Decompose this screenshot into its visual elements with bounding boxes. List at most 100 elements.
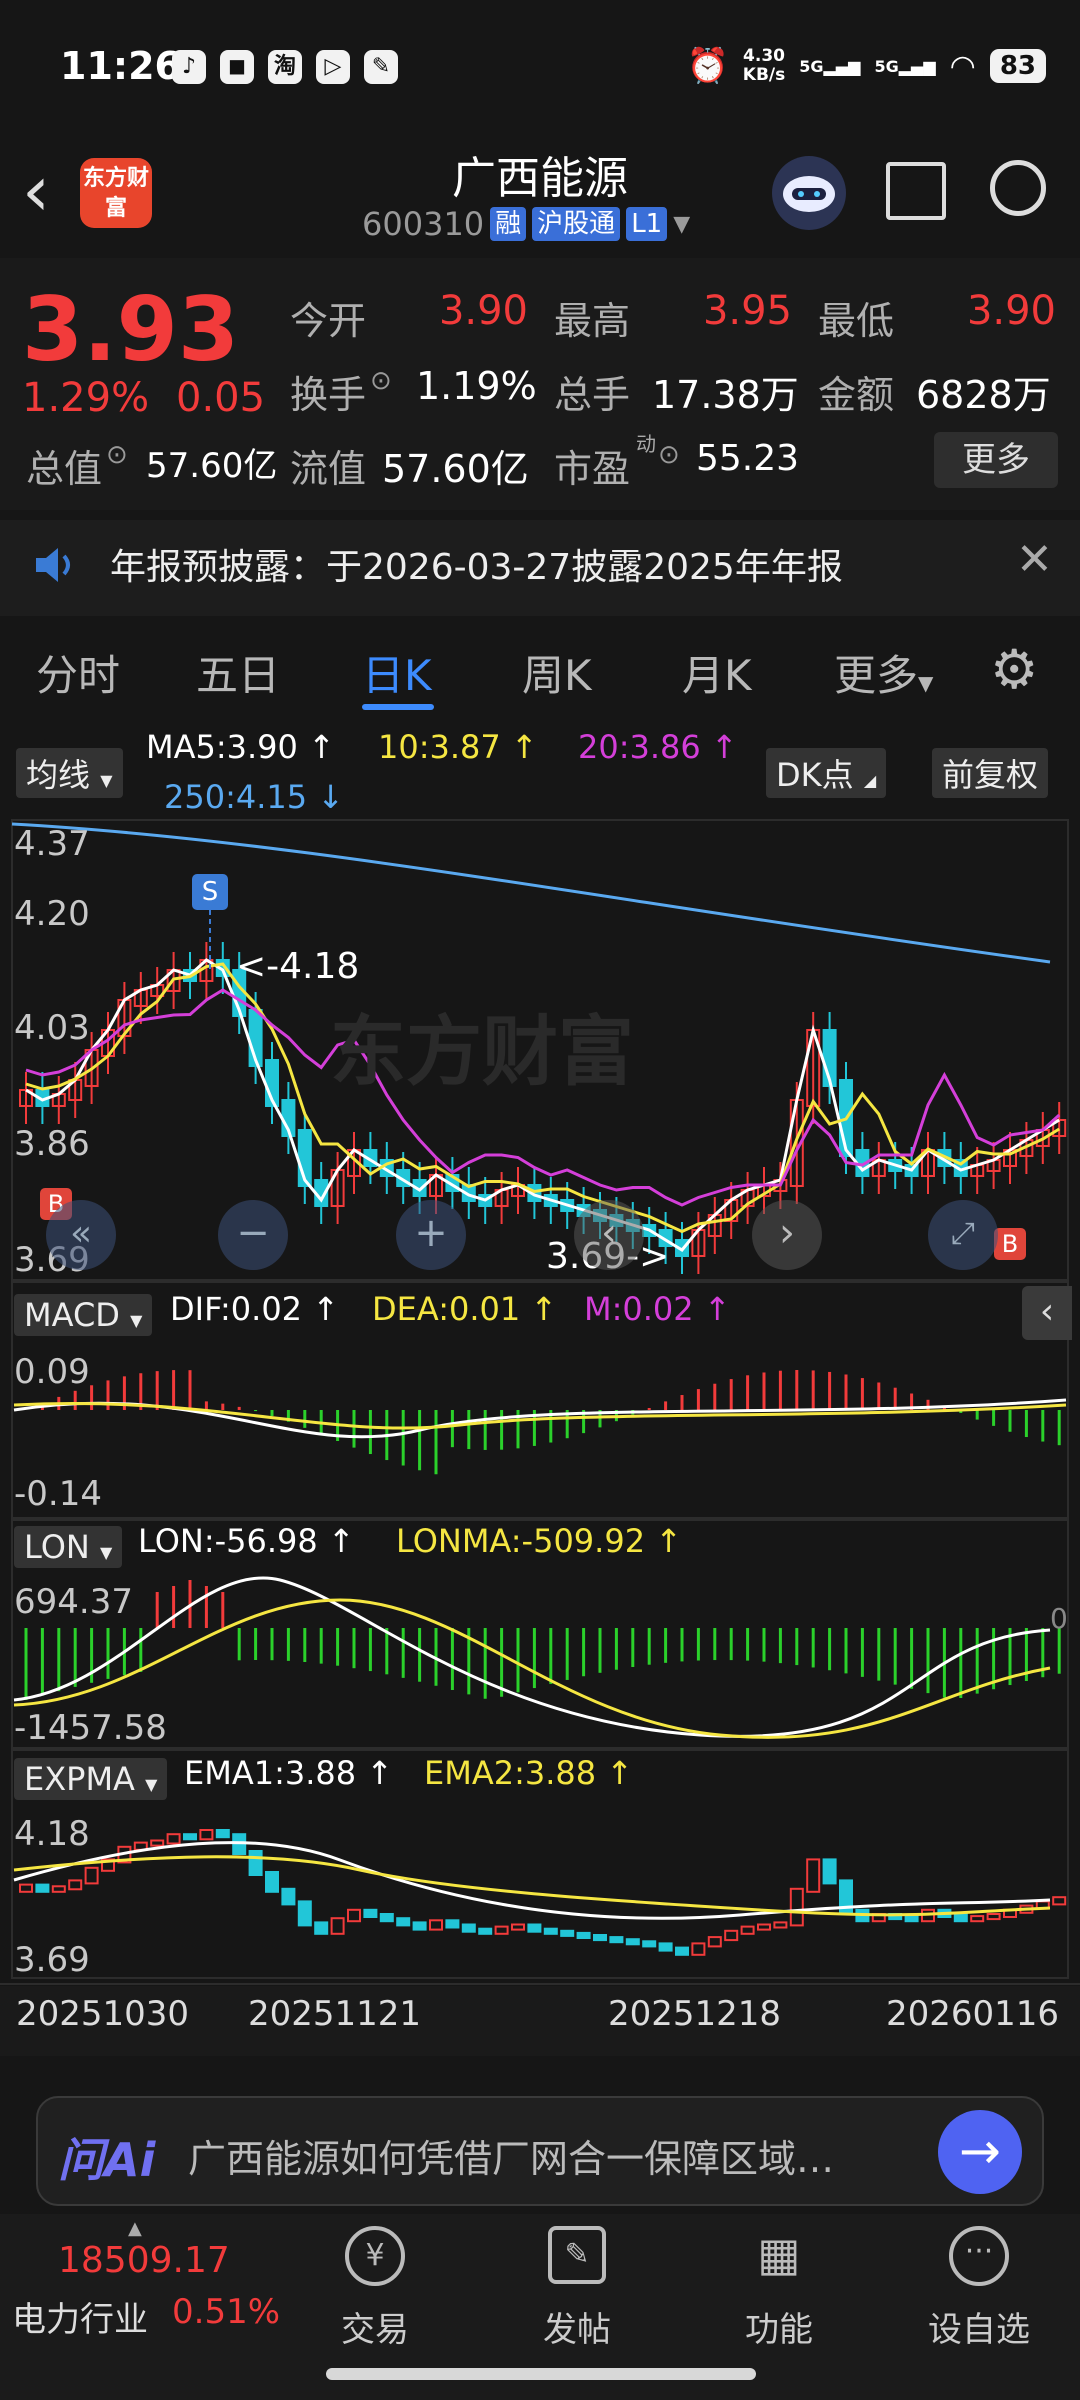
legend-ma5: MA5:3.90 ↑ <box>146 728 335 766</box>
nav-functions[interactable]: ▦ 功能 <box>714 2226 844 2351</box>
expma-candle <box>707 1936 722 1948</box>
expma-candle <box>675 1946 689 1956</box>
expma-candle <box>658 1942 673 1952</box>
expma-candle <box>166 1833 181 1845</box>
collapse-panel-icon[interactable]: ‹ <box>1022 1286 1072 1340</box>
grid-icon: ▦ <box>757 2227 801 2281</box>
next-candle-icon[interactable]: › <box>752 1200 822 1270</box>
industry-pct: 0.51% <box>172 2292 281 2332</box>
fullscreen-icon[interactable]: ⤢ <box>928 1200 998 1270</box>
expma-candle <box>183 1833 197 1841</box>
expma-candle <box>461 1923 476 1933</box>
high-mark: <-4.18 <box>236 946 360 987</box>
expma-candle <box>215 1829 230 1839</box>
expma-candle <box>527 1923 542 1933</box>
expma-candle <box>953 1913 968 1923</box>
indicator-select-ma[interactable]: 均线 ▼ <box>16 748 123 798</box>
ma250-line <box>11 822 1051 964</box>
expma-candle <box>986 1913 1001 1921</box>
nav-label: 交易 <box>341 2310 409 2350</box>
ai-question-text[interactable]: 广西能源如何凭借厂网合一保障区域… <box>188 2128 834 2183</box>
expma-candle <box>281 1887 296 1906</box>
legend-ma250: 250:4.15 ↓ <box>164 778 345 816</box>
zoom-out-icon[interactable]: − <box>218 1200 288 1270</box>
nav-trade[interactable]: ¥ 交易 <box>310 2226 440 2351</box>
expma-candle <box>609 1936 624 1944</box>
legend-ema1: EMA1:3.88 ↑ <box>184 1754 394 1792</box>
buy-signal-badge[interactable]: B <box>994 1228 1026 1260</box>
y-label: 4.03 <box>14 1008 90 1048</box>
nav-add-watchlist[interactable]: ··· 设自选 <box>914 2226 1044 2351</box>
expma-candle <box>265 1871 279 1893</box>
indicator-select-lon[interactable]: LON ▼ <box>14 1526 123 1568</box>
expma-candle <box>314 1921 329 1935</box>
dk-point-button[interactable]: DK点 ◢ <box>766 748 887 798</box>
expma-candle <box>543 1927 558 1935</box>
ema1-line <box>13 1841 1051 1920</box>
expma-candle <box>904 1915 919 1923</box>
edit-icon: ✎ <box>548 2226 606 2284</box>
expma-candle <box>150 1839 165 1847</box>
ai-logo: 问Ai <box>58 2133 156 2187</box>
lon-y-top: 694.37 <box>14 1582 133 1622</box>
arrow-right-icon[interactable]: → <box>938 2110 1022 2194</box>
legend-dif: DIF:0.02 ↑ <box>170 1290 340 1328</box>
nav-label: 发帖 <box>543 2310 611 2350</box>
legend-m: M:0.02 ↑ <box>584 1290 731 1328</box>
expma-candle <box>51 1885 66 1893</box>
expma-candle <box>724 1929 739 1942</box>
home-indicator[interactable] <box>326 2368 756 2380</box>
nav-label: 设自选 <box>928 2310 1030 2350</box>
more-dots-icon: ··· <box>949 2226 1009 2286</box>
expma-candle <box>297 1900 312 1927</box>
expma-candle <box>68 1879 83 1891</box>
yen-icon: ¥ <box>345 2226 405 2286</box>
legend-ma20: 20:3.86 ↑ <box>578 728 738 766</box>
prev-candle-icon[interactable]: ‹ <box>574 1200 644 1270</box>
nav-post[interactable]: ✎ 发帖 <box>512 2226 642 2351</box>
expma-candle <box>576 1931 591 1940</box>
expma-candle <box>822 1858 837 1885</box>
expma-candle <box>330 1917 345 1935</box>
macd-y-top: 0.09 <box>14 1352 90 1392</box>
expma-candle <box>429 1919 443 1931</box>
expma-candle <box>347 1908 361 1923</box>
expma-candle <box>199 1829 214 1841</box>
expma-candle <box>970 1915 985 1923</box>
zoom-in-icon[interactable]: + <box>396 1200 466 1270</box>
y-label: 4.37 <box>14 824 90 864</box>
expma-candle <box>478 1927 493 1935</box>
index-value[interactable]: 18509.17 <box>58 2240 230 2281</box>
date-label: 20251030 <box>16 1994 190 2034</box>
legend-ma10: 10:3.87 ↑ <box>378 728 538 766</box>
expma-y-top: 4.18 <box>14 1814 90 1854</box>
expma-candle <box>35 1883 50 1893</box>
scroll-left-fast-icon[interactable]: « <box>46 1200 116 1270</box>
expma-candle <box>379 1913 394 1923</box>
expma-candle <box>445 1919 460 1929</box>
expma-candle <box>396 1917 411 1927</box>
expma-candle <box>757 1923 771 1931</box>
lon-zero-label: 0 <box>1050 1602 1068 1635</box>
expma-candle <box>593 1934 607 1942</box>
expma-candle <box>560 1929 575 1937</box>
expma-candle <box>789 1887 804 1927</box>
legend-lonma: LONMA:-509.92 ↑ <box>396 1522 683 1560</box>
expma-candle <box>1052 1896 1067 1906</box>
kline-chart-canvas[interactable] <box>0 0 1080 2400</box>
expma-candle <box>740 1925 755 1935</box>
lon-y-bottom: -1457.58 <box>14 1708 167 1748</box>
expma-candle <box>363 1908 378 1919</box>
sell-signal-badge[interactable]: S <box>192 874 228 910</box>
expma-candle <box>691 1942 706 1956</box>
date-label: 20260116 <box>886 1994 1060 2034</box>
indicator-select-macd[interactable]: MACD ▼ <box>14 1294 153 1336</box>
caret-up-icon: ▲ <box>128 2218 142 2239</box>
industry-name[interactable]: 电力行业 <box>12 2292 148 2341</box>
indicator-select-expma[interactable]: EXPMA ▼ <box>14 1758 168 1800</box>
expma-candle <box>642 1940 657 1948</box>
expma-candle <box>625 1938 640 1946</box>
expma-candle <box>511 1923 525 1931</box>
expma-candle <box>84 1866 99 1885</box>
adjust-button[interactable]: 前复权 <box>932 748 1049 798</box>
